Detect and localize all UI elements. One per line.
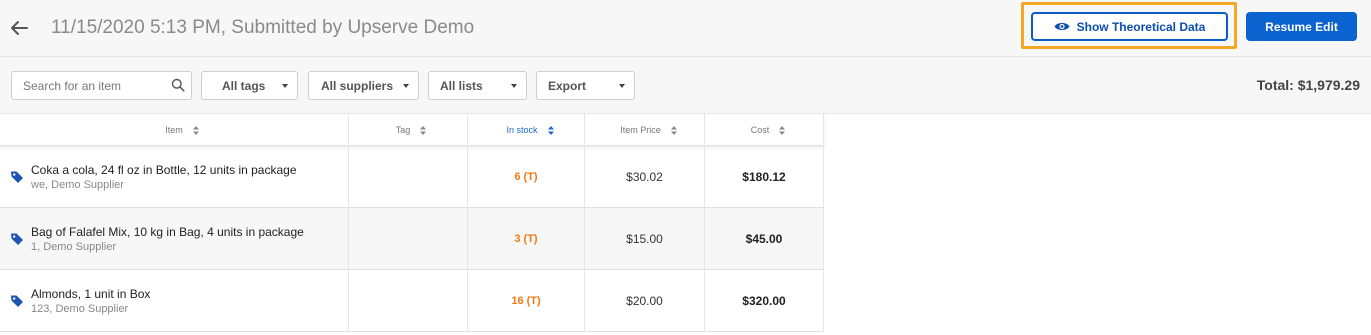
tag-cell — [349, 146, 468, 208]
table-row[interactable]: Coka a cola, 24 fl oz in Bottle, 12 unit… — [0, 146, 824, 208]
column-header-label: Cost — [750, 125, 770, 135]
back-button[interactable] — [8, 16, 30, 40]
in-stock-value: 3 (T) — [468, 208, 585, 270]
search-icon[interactable] — [171, 78, 185, 92]
cost-value: $45.00 — [705, 208, 824, 270]
sort-icon — [547, 125, 554, 135]
tags-dropdown-label: All tags — [222, 78, 266, 93]
item-name: Coka a cola, 24 fl oz in Bottle, 12 unit… — [31, 163, 297, 177]
column-header-item-price[interactable]: Item Price — [585, 114, 705, 146]
page-header: 11/15/2020 5:13 PM, Submitted by Upserve… — [0, 0, 1371, 57]
table-row[interactable]: Bag of Falafel Mix, 10 kg in Bag, 4 unit… — [0, 208, 824, 270]
in-stock-value: 16 (T) — [468, 270, 585, 332]
inventory-table: Item Tag In stock Item Price Cost Coka a… — [0, 114, 824, 332]
item-name: Almonds, 1 unit in Box — [31, 287, 151, 301]
show-theoretical-data-button[interactable]: Show Theoretical Data — [1031, 12, 1228, 41]
chevron-down-icon — [511, 84, 517, 88]
tag-icon — [11, 295, 23, 307]
item-cell: Bag of Falafel Mix, 10 kg in Bag, 4 unit… — [0, 208, 349, 270]
resume-edit-button[interactable]: Resume Edit — [1246, 12, 1357, 41]
table-row[interactable]: Almonds, 1 unit in Box 123, Demo Supplie… — [0, 270, 824, 332]
item-supplier: we, Demo Supplier — [31, 179, 124, 191]
column-header-tag[interactable]: Tag — [349, 114, 468, 146]
tag-icon — [11, 171, 23, 183]
filter-toolbar: All tags All suppliers All lists Export … — [0, 57, 1371, 114]
chevron-down-icon — [282, 84, 288, 88]
in-stock-value: 6 (T) — [468, 146, 585, 208]
order-total: Total: $1,979.29 — [1256, 77, 1360, 93]
column-header-cost[interactable]: Cost — [705, 114, 824, 146]
item-price-value: $30.02 — [585, 146, 705, 208]
sort-icon — [779, 125, 786, 135]
item-price-value: $20.00 — [585, 270, 705, 332]
cost-value: $320.00 — [705, 270, 824, 332]
chevron-down-icon — [403, 84, 409, 88]
cost-value: $180.12 — [705, 146, 824, 208]
item-price-value: $15.00 — [585, 208, 705, 270]
tag-icon — [11, 233, 23, 245]
lists-dropdown[interactable]: All lists — [428, 71, 527, 100]
export-dropdown-label: Export — [548, 78, 587, 93]
column-header-label: Tag — [395, 125, 411, 135]
arrow-left-icon — [11, 21, 28, 35]
sort-icon — [192, 125, 199, 135]
tags-dropdown[interactable]: All tags — [201, 71, 298, 100]
item-cell: Coka a cola, 24 fl oz in Bottle, 12 unit… — [0, 146, 349, 208]
item-name: Bag of Falafel Mix, 10 kg in Bag, 4 unit… — [31, 225, 304, 239]
column-header-label: Item — [165, 125, 183, 135]
item-supplier: 1, Demo Supplier — [31, 241, 116, 253]
show-theoretical-data-label: Show Theoretical Data — [1076, 19, 1206, 34]
column-header-label: In stock — [506, 125, 538, 135]
tag-cell — [349, 208, 468, 270]
item-cell: Almonds, 1 unit in Box 123, Demo Supplie… — [0, 270, 349, 332]
page-title: 11/15/2020 5:13 PM, Submitted by Upserve… — [51, 17, 475, 38]
column-header-label: Item Price — [620, 125, 661, 135]
lists-dropdown-label: All lists — [440, 78, 483, 93]
suppliers-dropdown[interactable]: All suppliers — [308, 71, 419, 100]
sort-icon — [670, 125, 677, 135]
sort-icon — [420, 125, 427, 135]
item-supplier: 123, Demo Supplier — [31, 303, 129, 315]
column-header-in-stock[interactable]: In stock — [468, 114, 585, 146]
tag-cell — [349, 270, 468, 332]
search-input[interactable] — [12, 72, 167, 99]
suppliers-dropdown-label: All suppliers — [321, 78, 394, 93]
export-dropdown[interactable]: Export — [536, 71, 635, 100]
chevron-down-icon — [619, 84, 625, 88]
column-header-item[interactable]: Item — [0, 114, 349, 146]
eye-icon — [1054, 22, 1070, 31]
table-header: Item Tag In stock Item Price Cost — [0, 114, 824, 146]
search-box — [11, 71, 192, 100]
